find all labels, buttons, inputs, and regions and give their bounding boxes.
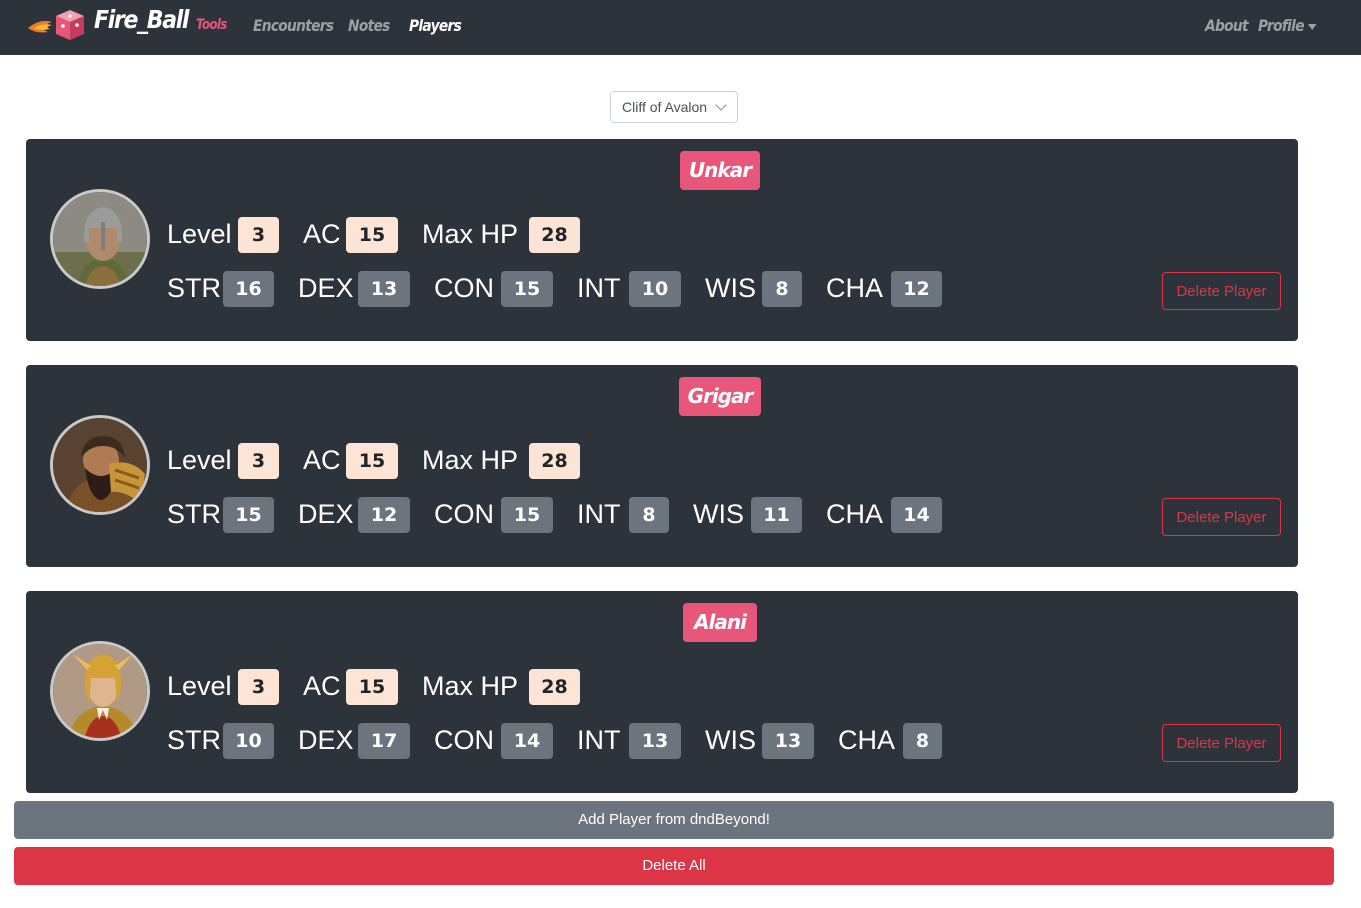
delete-player-button[interactable]: Delete Player xyxy=(1162,724,1281,762)
int-label: INT xyxy=(577,273,621,303)
player-portrait-image xyxy=(53,418,147,512)
con-label: CON xyxy=(434,499,494,529)
con-label: CON xyxy=(434,725,494,755)
ac-value: 15 xyxy=(346,217,398,253)
campaign-select[interactable]: Cliff of Avalon xyxy=(610,91,738,123)
delete-player-button[interactable]: Delete Player xyxy=(1162,498,1281,536)
con-value: 15 xyxy=(501,497,553,533)
player-portrait-image xyxy=(53,644,147,738)
cha-value: 8 xyxy=(903,723,942,759)
brand-name[interactable]: Fire_Ball xyxy=(94,5,189,34)
int-label: INT xyxy=(577,499,621,529)
ac-label: AC xyxy=(303,219,341,249)
wis-label: WIS xyxy=(705,725,756,755)
brand-subtitle[interactable]: Tools xyxy=(196,17,227,33)
player-card: Alani Level 3 AC 15 Max HP 28 STR 10 DEX… xyxy=(26,591,1298,793)
str-value: 15 xyxy=(223,497,274,533)
player-portrait-image xyxy=(53,192,147,286)
cha-value: 14 xyxy=(891,497,942,533)
level-value: 3 xyxy=(238,443,279,479)
dex-value: 17 xyxy=(358,723,410,759)
nav-link-players[interactable]: Players xyxy=(409,16,462,35)
cha-label: CHA xyxy=(838,725,896,755)
dex-value: 13 xyxy=(358,271,410,307)
chevron-down-icon xyxy=(715,99,727,111)
player-name-badge: Unkar xyxy=(680,151,760,190)
max-hp-value: 28 xyxy=(529,217,580,253)
dex-label: DEX xyxy=(298,725,354,755)
delete-player-button[interactable]: Delete Player xyxy=(1162,272,1281,310)
str-label: STR xyxy=(167,725,221,755)
add-player-button[interactable]: Add Player from dndBeyond! xyxy=(14,801,1334,839)
str-label: STR xyxy=(167,499,221,529)
wis-value: 13 xyxy=(762,723,814,759)
dex-label: DEX xyxy=(298,499,354,529)
player-card: Unkar Level 3 AC 15 Max HP 28 STR 16 DEX… xyxy=(26,139,1298,341)
cha-value: 12 xyxy=(891,271,942,307)
wis-label: WIS xyxy=(705,273,756,303)
max-hp-label: Max HP xyxy=(422,671,519,701)
nav-link-encounters[interactable]: Encounters xyxy=(253,16,334,35)
dex-label: DEX xyxy=(298,273,354,303)
max-hp-label: Max HP xyxy=(422,445,519,475)
player-name-badge: Grigar xyxy=(679,377,761,416)
player-name-badge: Alani xyxy=(683,603,757,642)
fireball-dice-logo[interactable] xyxy=(26,8,86,44)
level-label: Level xyxy=(167,671,232,701)
str-value: 16 xyxy=(223,271,274,307)
ac-value: 15 xyxy=(346,669,398,705)
nav-link-profile: Profile xyxy=(1258,16,1305,35)
con-value: 15 xyxy=(501,271,553,307)
int-label: INT xyxy=(577,725,621,755)
str-value: 10 xyxy=(223,723,274,759)
cha-label: CHA xyxy=(826,273,884,303)
level-value: 3 xyxy=(238,217,279,253)
max-hp-value: 28 xyxy=(529,669,580,705)
con-label: CON xyxy=(434,273,494,303)
wis-value: 8 xyxy=(762,271,802,307)
player-avatar xyxy=(50,641,150,741)
navbar: Fire_Ball Tools Encounters Notes Players… xyxy=(0,0,1361,55)
str-label: STR xyxy=(167,273,221,303)
caret-down-icon xyxy=(1308,23,1317,30)
max-hp-value: 28 xyxy=(529,443,580,479)
ac-value: 15 xyxy=(346,443,398,479)
nav-profile-dropdown[interactable]: Profile xyxy=(1258,16,1317,35)
ac-label: AC xyxy=(303,445,341,475)
level-label: Level xyxy=(167,445,232,475)
cha-label: CHA xyxy=(826,499,884,529)
wis-label: WIS xyxy=(693,499,744,529)
con-value: 14 xyxy=(501,723,553,759)
player-avatar xyxy=(50,189,150,289)
player-avatar xyxy=(50,415,150,515)
player-card: Grigar Level 3 AC 15 Max HP 28 STR 15 DE… xyxy=(26,365,1298,567)
campaign-select-value: Cliff of Avalon xyxy=(622,99,708,115)
nav-link-notes[interactable]: Notes xyxy=(348,16,390,35)
wis-value: 11 xyxy=(751,497,802,533)
max-hp-label: Max HP xyxy=(422,219,519,249)
dex-value: 12 xyxy=(358,497,410,533)
level-label: Level xyxy=(167,219,232,249)
level-value: 3 xyxy=(238,669,279,705)
delete-all-button[interactable]: Delete All xyxy=(14,847,1334,885)
int-value: 10 xyxy=(629,271,681,307)
ac-label: AC xyxy=(303,671,341,701)
int-value: 8 xyxy=(629,497,669,533)
int-value: 13 xyxy=(629,723,681,759)
nav-link-about[interactable]: About xyxy=(1205,16,1249,35)
